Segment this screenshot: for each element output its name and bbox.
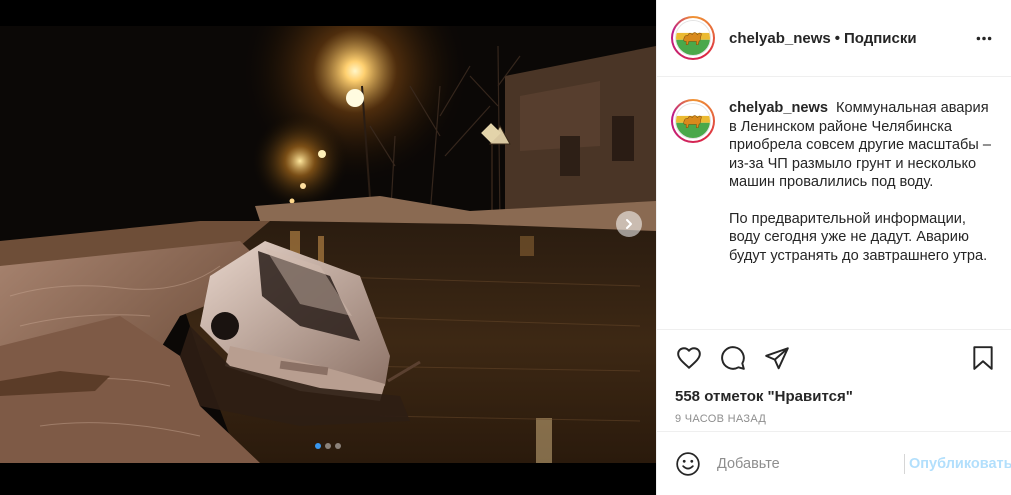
post-details-panel: chelyab_news • Подписки chelyab_news Ком… bbox=[656, 0, 1011, 495]
flooded-street-photo bbox=[0, 26, 656, 463]
chevron-right-icon bbox=[626, 219, 632, 229]
avatar[interactable] bbox=[671, 16, 715, 60]
carousel-dot bbox=[335, 443, 341, 449]
comment-button[interactable] bbox=[719, 344, 747, 372]
emoji-button[interactable] bbox=[675, 450, 701, 478]
caption-username-link[interactable]: chelyab_news bbox=[729, 100, 828, 116]
caption-paragraph: chelyab_news Коммунальная авария в Ленин… bbox=[729, 99, 995, 192]
heart-icon bbox=[677, 347, 701, 369]
bookmark-icon bbox=[973, 346, 993, 370]
caption-area: chelyab_news Коммунальная авария в Ленин… bbox=[657, 77, 1011, 330]
comment-input[interactable] bbox=[717, 455, 904, 472]
share-button[interactable] bbox=[763, 344, 791, 372]
post-timestamp[interactable]: 9 часов назад bbox=[657, 413, 1011, 429]
post-header: chelyab_news • Подписки bbox=[657, 0, 1011, 77]
caption-avatar[interactable] bbox=[671, 99, 715, 143]
carousel-dot bbox=[315, 443, 321, 449]
following-button[interactable]: Подписки bbox=[844, 30, 917, 47]
username-link[interactable]: chelyab_news bbox=[729, 30, 831, 47]
action-bar bbox=[657, 330, 1011, 386]
emoji-icon bbox=[676, 451, 700, 476]
carousel-dot bbox=[325, 443, 331, 449]
carousel-indicator bbox=[0, 443, 656, 449]
comment-icon bbox=[721, 346, 745, 370]
likes-count[interactable]: 558 отметок "Нравится" bbox=[657, 386, 1011, 408]
camel-logo-icon bbox=[676, 104, 710, 138]
separator-dot: • bbox=[834, 29, 840, 47]
save-button[interactable] bbox=[969, 344, 997, 372]
header-names: chelyab_news • Подписки bbox=[729, 30, 973, 47]
carousel-next-button[interactable] bbox=[616, 211, 642, 237]
like-button[interactable] bbox=[675, 344, 703, 372]
more-options-button[interactable] bbox=[973, 27, 995, 49]
publish-button[interactable]: Опубликовать bbox=[905, 456, 1011, 472]
media-panel bbox=[0, 0, 656, 495]
comment-box: Опубликовать bbox=[657, 431, 1011, 495]
caption-text: chelyab_news Коммунальная авария в Ленин… bbox=[729, 99, 995, 329]
camel-logo-icon bbox=[676, 21, 710, 55]
share-icon bbox=[765, 347, 789, 370]
more-icon bbox=[976, 36, 992, 40]
caption-paragraph: По предварительной информации, воду сего… bbox=[729, 210, 988, 264]
post-photo[interactable] bbox=[0, 26, 656, 463]
